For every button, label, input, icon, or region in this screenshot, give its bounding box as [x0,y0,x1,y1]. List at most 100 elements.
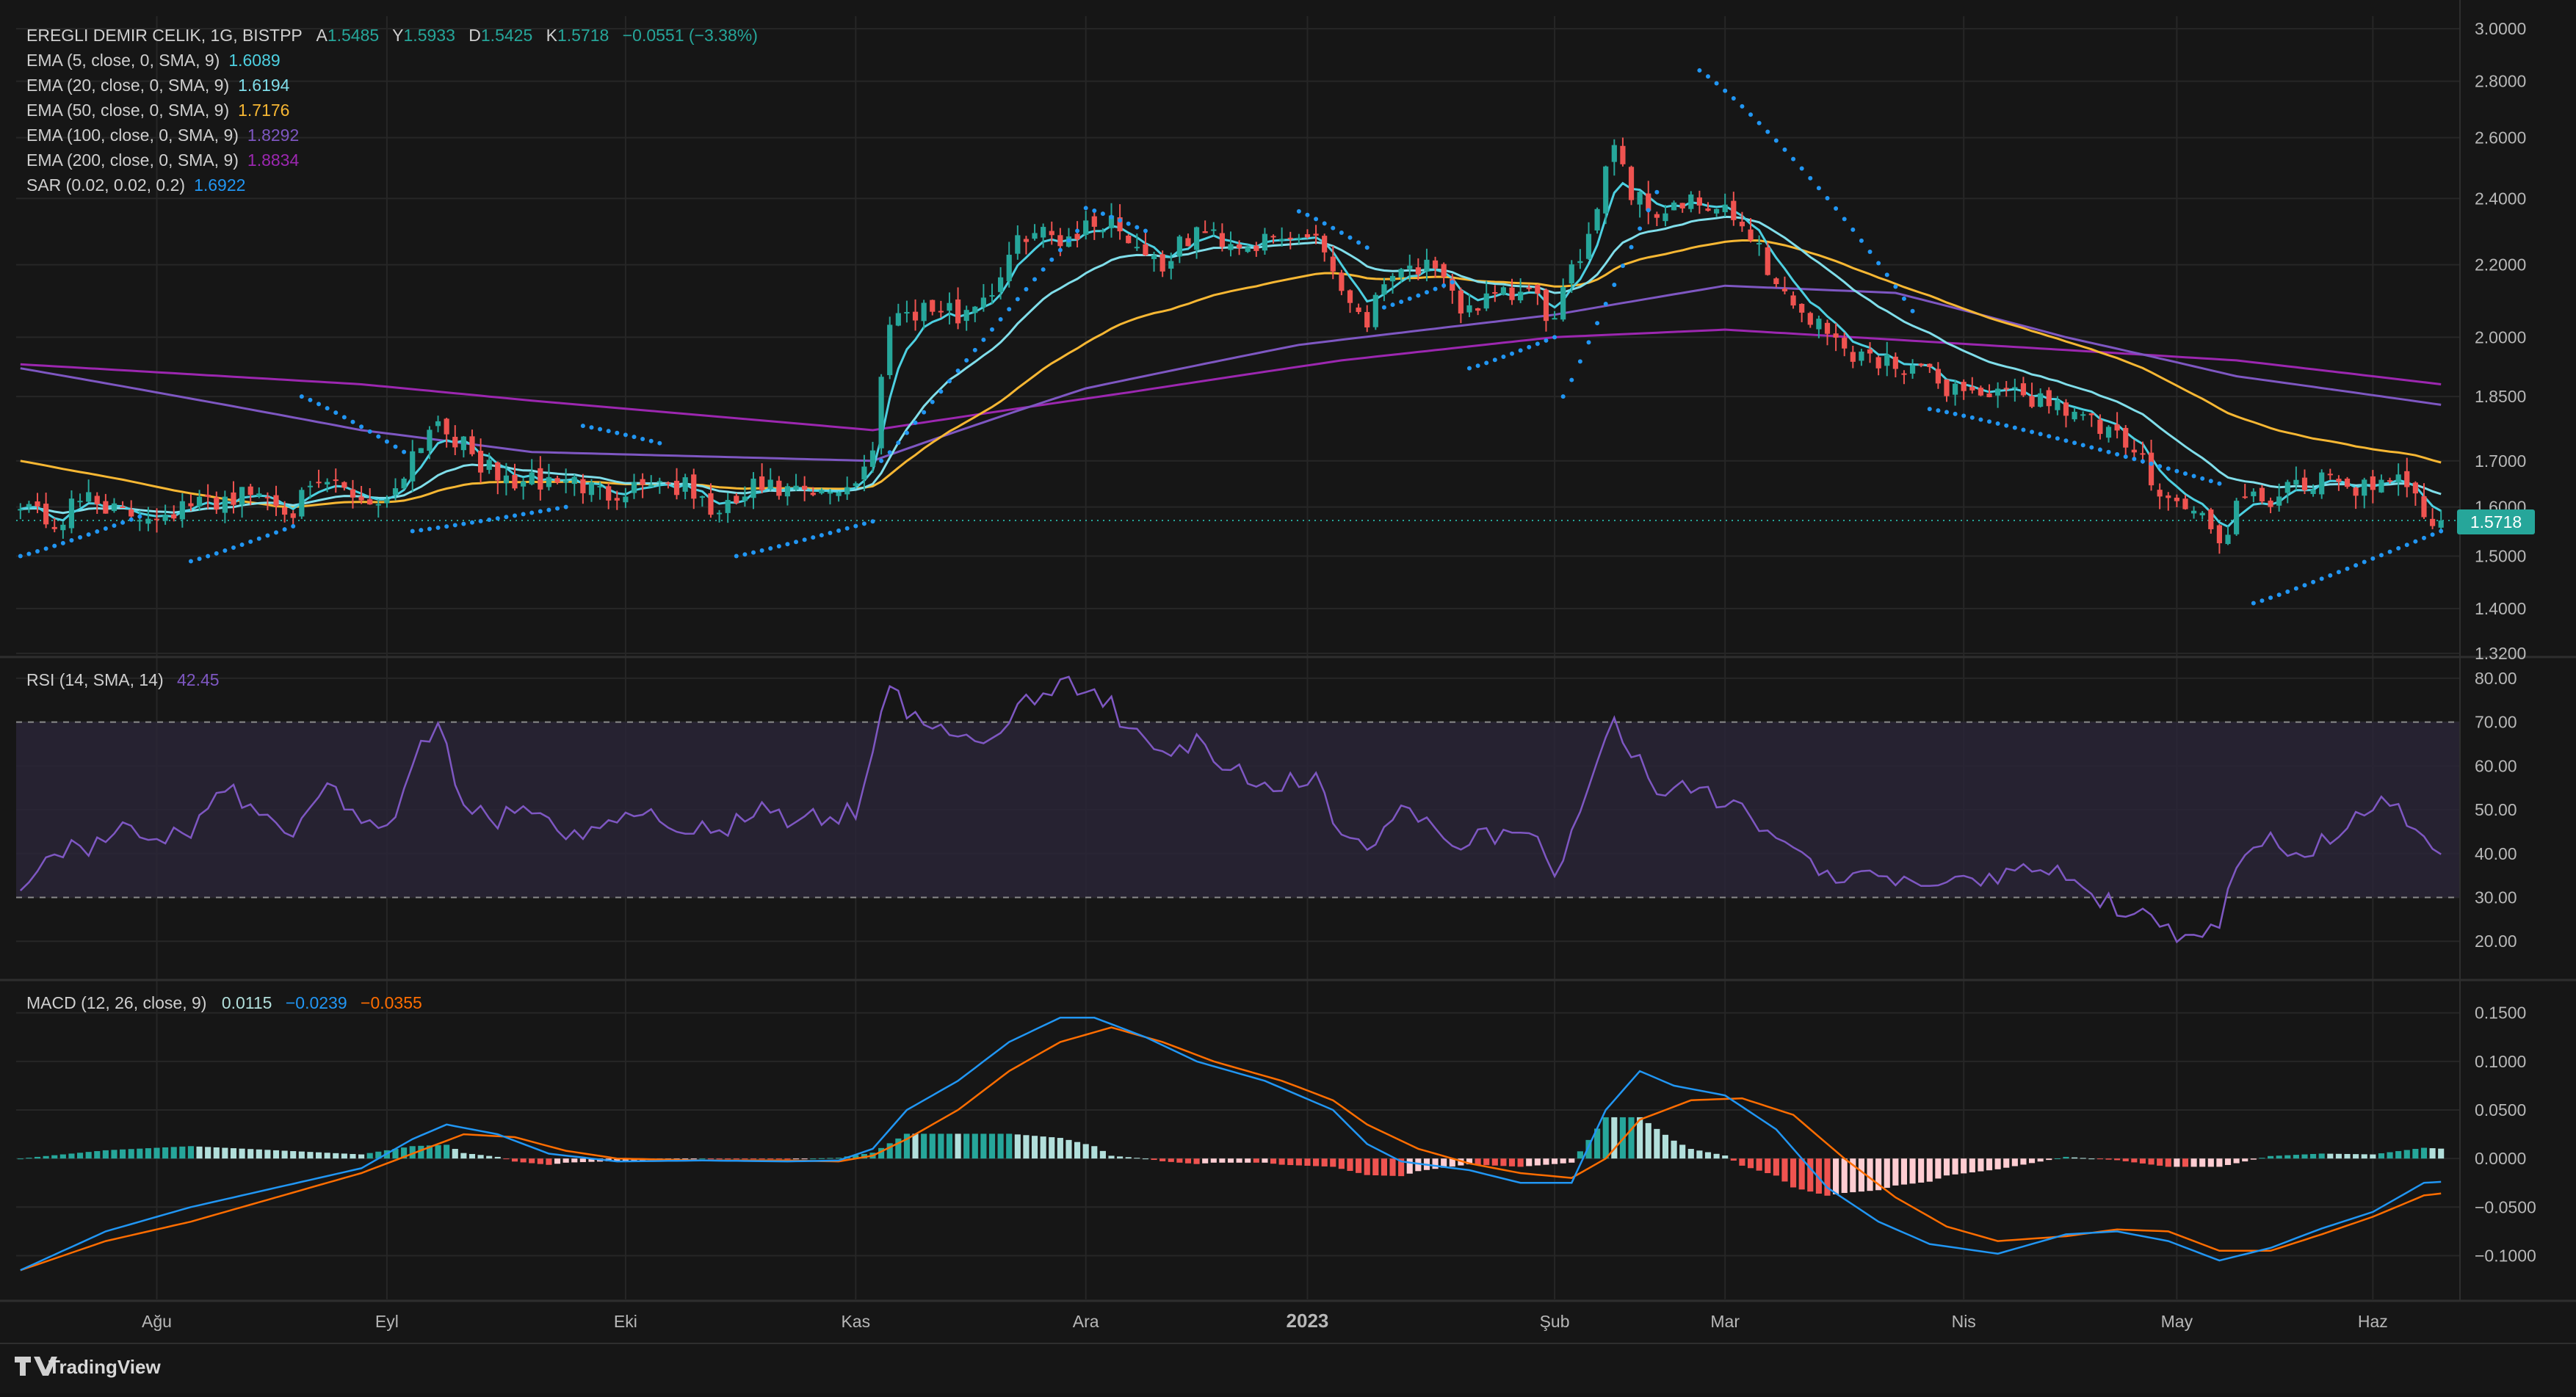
candle-body [767,479,773,490]
study-legend-item[interactable]: EMA (5, close, 0, SMA, 9) 1.6089 [26,51,281,70]
sar-dot [2430,532,2435,537]
macd-histogram-bar [1730,1158,1737,1161]
macd-tick-label: −0.0500 [2475,1197,2536,1216]
candle-body [2404,471,2410,487]
macd-histogram-bar [2395,1151,2402,1159]
sar-dot [26,551,32,556]
macd-histogram-bar [2088,1158,2095,1160]
candle-body [776,480,782,496]
macd-histogram-bar [1662,1134,1669,1159]
sar-dot [1953,411,1958,416]
candle-body [588,482,595,496]
candle-body [418,448,424,454]
macd-histogram-bar [759,1158,765,1160]
macd-legend[interactable]: MACD (12, 26, close, 9) 0.0115 −0.0239 −… [26,993,422,1012]
study-legend-label: EMA (50, close, 0, SMA, 9) [26,101,229,120]
sar-dot [1143,228,1148,233]
sar-dot [734,554,739,559]
study-legend-item[interactable]: SAR (0.02, 0.02, 0.2) 1.6922 [26,175,245,195]
candle-body [597,485,603,487]
macd-histogram-bar [1014,1134,1021,1159]
macd-histogram-bar [972,1133,978,1159]
macd-histogram-bar [1722,1155,1729,1159]
sar-dot [1416,293,1421,298]
chart-canvas[interactable]: 3.0000 2.8000 2.6000 2.4000 2.2000 2.0000 1.85… [0,0,2576,1393]
macd-histogram-bar [2284,1155,2291,1159]
sar-dot [1595,321,1600,326]
macd-histogram-bar [946,1133,953,1159]
sar-dot [1714,81,1719,86]
sar-dot [2345,566,2350,571]
candle-body [2072,411,2077,420]
macd-histogram-bar [562,1158,569,1163]
macd-histogram-bar [1381,1158,1387,1176]
sar-dot [333,410,339,416]
low-label: D [468,26,481,45]
candle-body [1620,145,1626,164]
candle-body [2429,518,2436,526]
sar-dot [828,530,833,535]
sar-dot [1381,305,1386,310]
sar-dot [1825,195,1830,200]
candle-body [1807,313,1813,325]
macd-histogram-bar [1986,1158,1993,1171]
sar-dot [853,523,858,529]
candle-body [802,485,808,490]
macd-histogram-bar [34,1156,41,1159]
candle-body [998,277,1004,292]
macd-histogram-bar [1560,1158,1566,1164]
macd-histogram-bar [1671,1140,1677,1159]
macd-histogram-bar [145,1148,151,1159]
macd-histogram-bar [1645,1122,1651,1159]
sar-dot [52,543,57,548]
candle-body [1918,363,1924,366]
sar-dot [1399,300,1404,305]
study-legend-item[interactable]: EMA (50, close, 0, SMA, 9) 1.7176 [26,101,289,120]
study-legend-item[interactable]: EMA (200, close, 0, SMA, 9) 1.8834 [26,150,299,170]
price-tick-label: 1.3200 [2475,644,2526,663]
macd-histogram-bar [1219,1158,1226,1163]
candle-body [521,481,527,487]
study-legend-item[interactable]: EMA (20, close, 0, SMA, 9) 1.6194 [26,76,290,95]
macd-histogram-bar [256,1149,262,1159]
macd-histogram-bar [2420,1147,2428,1159]
sar-dot [1936,408,1941,413]
candle-body [1569,264,1574,284]
candle-body [341,482,347,488]
time-tick-label: 2023 [1287,1310,1329,1332]
sar-dot [359,424,364,429]
macd-histogram-bar [2216,1158,2223,1167]
sar-dot [2260,598,2265,603]
candle-body [60,524,66,531]
sar-dot [308,397,313,402]
macd-histogram-bar [2412,1149,2419,1159]
sar-dot [2413,539,2418,544]
sar-dot [444,524,449,529]
sar-dot [231,545,236,551]
study-legend-label: SAR (0.02, 0.02, 0.2) [26,175,185,195]
sar-dot [1424,290,1429,295]
candle-body [410,451,416,482]
sar-dot [1834,206,1839,211]
macd-histogram-bar [239,1148,245,1159]
sar-dot [1910,308,1915,313]
macd-histogram-bar [1491,1158,1498,1166]
price-tick-label: 2.4000 [2475,189,2526,208]
macd-histogram-bar [1526,1158,1533,1166]
candle-body [2105,427,2112,438]
rsi-legend[interactable]: RSI (14, SMA, 14) 42.45 [26,670,220,689]
candle [1500,286,1507,296]
study-legend-item[interactable]: EMA (100, close, 0, SMA, 9) 1.8292 [26,126,299,145]
candle [299,487,305,519]
sar-dot [819,533,824,538]
sar-dot [2396,545,2401,551]
sar-dot [367,429,372,434]
candle-body [844,487,850,495]
candle-body [1347,290,1353,303]
sar-dot [1510,351,1515,356]
candle-body [853,483,858,486]
candle-body [264,496,271,498]
sar-dot [589,425,594,430]
sar-dot [1331,225,1336,231]
sar-dot [861,521,866,526]
